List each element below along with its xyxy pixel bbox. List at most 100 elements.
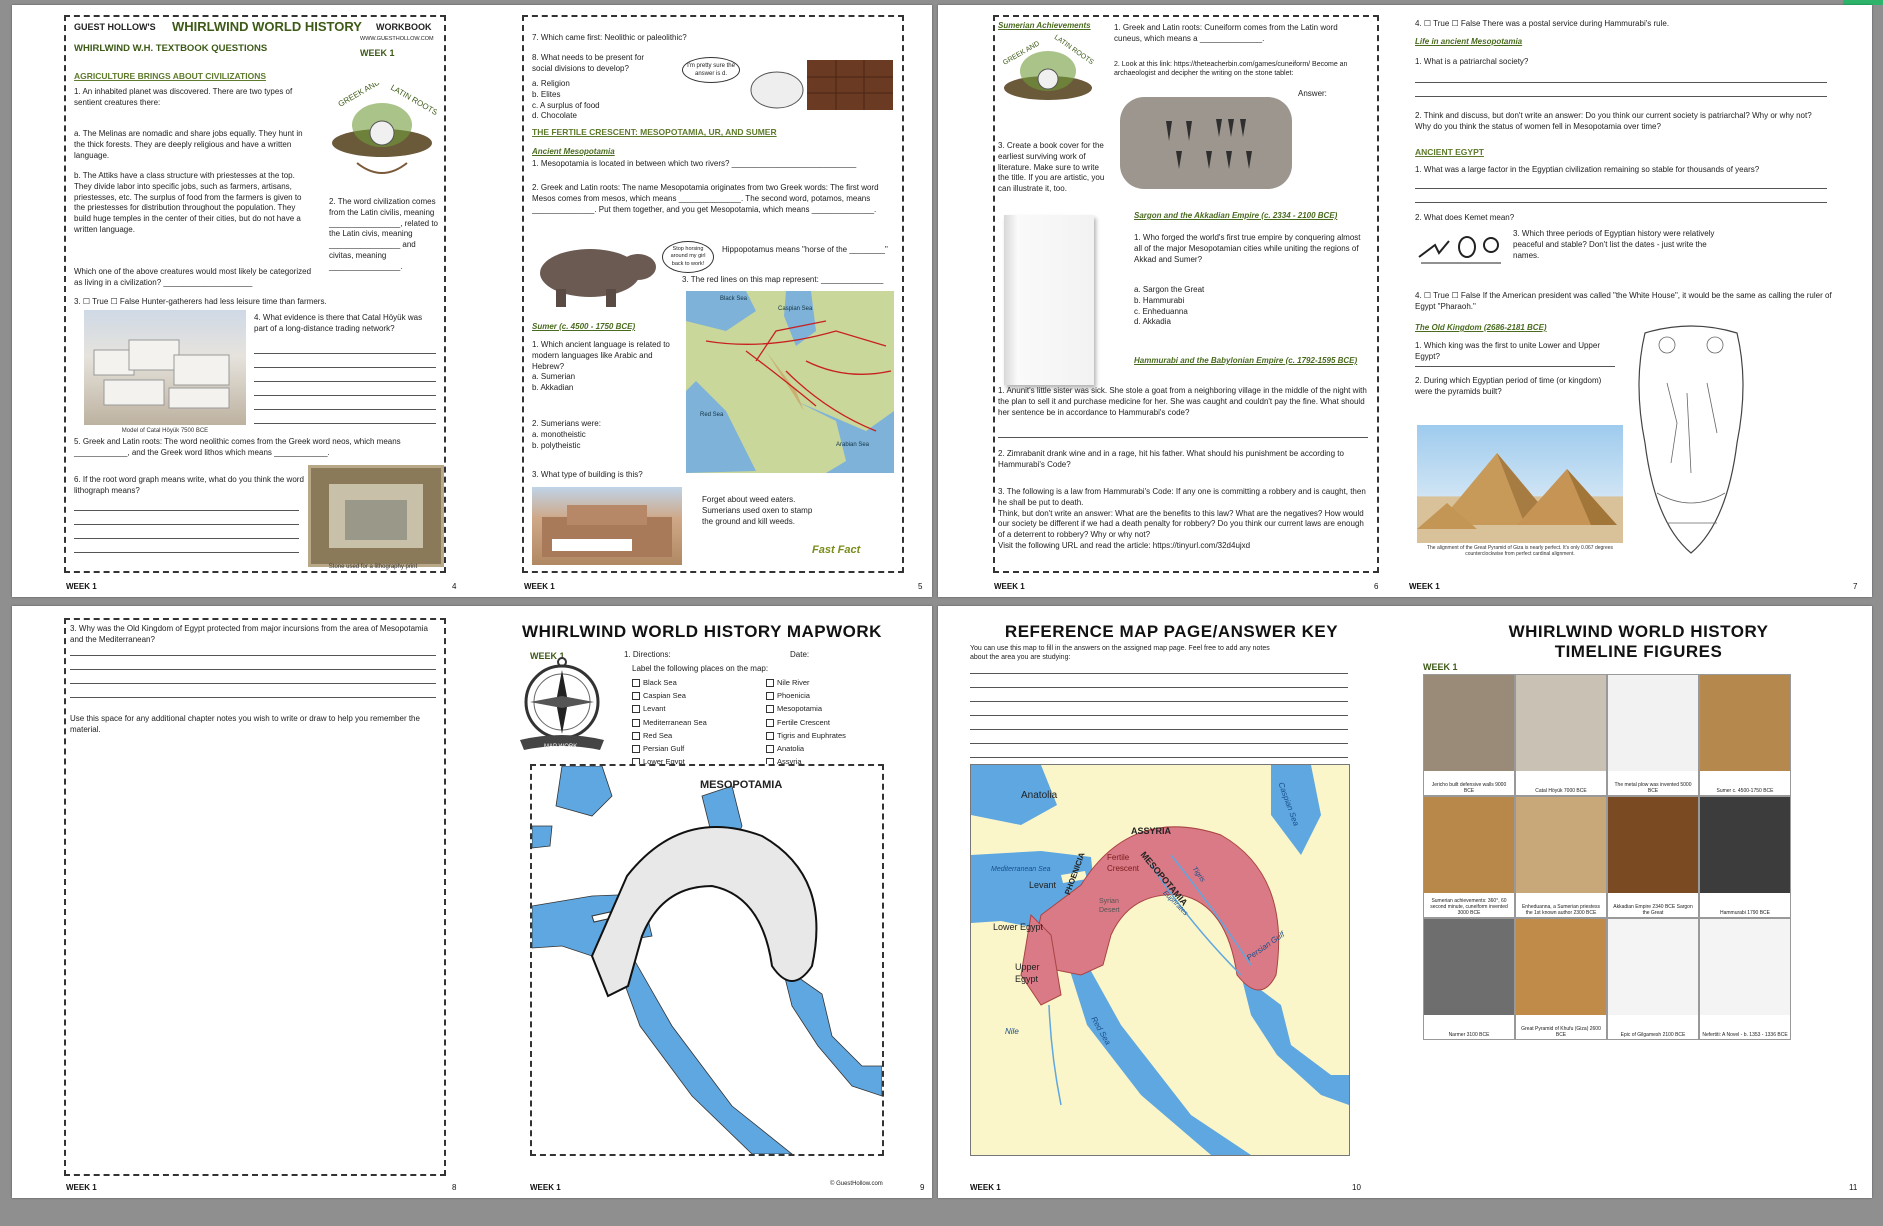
hieroglyph-image — [1415, 231, 1505, 267]
brand-mid: WHIRLWIND WORLD HISTORY — [172, 19, 362, 34]
checkbox[interactable] — [766, 679, 774, 688]
checkbox[interactable] — [632, 692, 640, 701]
checkbox[interactable] — [632, 718, 640, 727]
checkbox-label: Anatolia — [777, 744, 805, 754]
checkbox-label: Mediterranean Sea — [643, 717, 707, 727]
checkbox[interactable] — [632, 679, 640, 688]
timeline-figure-card: Epic of Gilgamesh 2100 BCE — [1607, 918, 1699, 1040]
checkbox[interactable] — [632, 731, 640, 740]
hammurabi-question-4: 4. ☐ True ☐ False There was a postal ser… — [1415, 19, 1670, 28]
compass-rose-icon: MAP WORK — [512, 656, 612, 756]
timeline-grid: Jericho built defensive walls 9000 BCE Ca… — [1423, 674, 1791, 1040]
greek-latin-roots-logo: GREEK AND LATIN ROOTS — [998, 33, 1098, 121]
map-label-caspian-sea: Caspian Sea — [778, 306, 813, 312]
meso-question-1: 1. Mesopotamia is located in between whi… — [532, 159, 857, 168]
label-upper-egypt: Upper Egypt — [1015, 962, 1040, 985]
map-title: MESOPOTAMIA — [700, 779, 783, 791]
page-4: GUEST HOLLOW'S WHIRLWIND WORLD HISTORY W… — [12, 5, 472, 597]
question-8: 8. What needs to be present for social d… — [532, 53, 645, 73]
checkbox[interactable] — [632, 705, 640, 714]
brand-right: WORKBOOK — [376, 22, 432, 32]
footer-week: WEEK 1 — [994, 582, 1025, 591]
life-question-1: 1. What is a patriarchal society? — [1415, 57, 1529, 66]
life-question-2: 2. Think and discuss, but don't write an… — [1415, 111, 1812, 131]
checkbox[interactable] — [766, 705, 774, 714]
page-11: WHIRLWIND WORLD HISTORY TIMELINE FIGURES… — [1405, 606, 1872, 1198]
map-checklist-item[interactable]: Tigris and Euphrates — [766, 729, 846, 742]
map-checklist-item[interactable]: Persian Gulf — [632, 742, 707, 755]
map-checklist-item[interactable]: Anatolia — [766, 742, 846, 755]
answer-lines-l1 — [1415, 69, 1827, 97]
map-checklist-item[interactable]: Black Sea — [632, 676, 707, 689]
page-border — [64, 618, 446, 1176]
checkbox[interactable] — [766, 692, 774, 701]
date-label: Date: — [790, 650, 810, 659]
notes-instructions: Use this space for any additional chapte… — [70, 714, 420, 734]
ziggurat-image — [532, 487, 682, 565]
timeline-figure-card: Nefertiti: A Novel - b. 1353 - 1336 BCE — [1699, 918, 1791, 1040]
fast-fact-text: Forget about weed eaters. Sumerians used… — [702, 495, 813, 526]
map-checklist-item[interactable]: Fertile Crescent — [766, 716, 846, 729]
footer-week: WEEK 1 — [1409, 582, 1440, 591]
map-label-black-sea: Black Sea — [720, 296, 748, 302]
page-number: 11 — [1849, 1183, 1858, 1192]
checkbox[interactable] — [766, 731, 774, 740]
catal-hoyuk-caption: Model of Catal Höyük 7500 BCE — [121, 428, 209, 434]
answer-lines-e1 — [1415, 175, 1827, 203]
timeline-figure-image — [1608, 919, 1698, 1015]
timeline-figure-image — [1700, 919, 1790, 1015]
page-7: 4. ☐ True ☐ False There was a postal ser… — [1405, 5, 1872, 597]
notes-lines — [970, 660, 1348, 758]
map-checklist-item[interactable]: Caspian Sea — [632, 689, 707, 702]
footer-week: WEEK 1 — [970, 1183, 1001, 1192]
dog-speech-bubble: I'm pretty sure the answer is d. — [682, 57, 740, 84]
checkbox-label: Persian Gulf — [643, 744, 685, 754]
checkbox-label: Fertile Crescent — [777, 717, 830, 727]
map-checklist-item[interactable]: Phoenicia — [766, 689, 846, 702]
label-instructions: Label the following places on the map: — [632, 664, 769, 673]
timeline-figure-caption: Jericho built defensive walls 9000 BCE — [1431, 782, 1507, 794]
timeline-figure-caption: Catal Höyük 7000 BCE — [1535, 788, 1587, 794]
map-checklist-item[interactable]: Mediterranean Sea — [632, 716, 707, 729]
achieve-question-2: 2. Look at this link: https://theteacher… — [1114, 61, 1348, 78]
hammurabi-question-1: 1. Anunit's little sister was sick. She … — [998, 386, 1367, 417]
footer-week: WEEK 1 — [524, 582, 555, 591]
answer-lines-o1 — [1415, 353, 1615, 367]
pyramid-caption: The alignment of the Great Pyramid of Gi… — [1426, 545, 1614, 557]
achieve-question-3: 3. Create a book cover for the earliest … — [998, 141, 1105, 194]
subheading-ancient-mesopotamia: Ancient Mesopotamia — [532, 147, 615, 156]
map-checklist-item[interactable]: Mesopotamia — [766, 702, 846, 715]
footer-week: WEEK 1 — [66, 582, 97, 591]
timeline-figure-image — [1516, 797, 1606, 893]
page-number: 7 — [1853, 582, 1858, 591]
hippo-question: Hippopotamus means "horse of the _______… — [722, 245, 888, 254]
subheading-hammurabi: Hammurabi and the Babylonian Empire (c. … — [1134, 356, 1358, 365]
timeline-figure-caption: Narmer 3100 BCE — [1448, 1032, 1490, 1038]
map-checklist-item[interactable]: Nile River — [766, 676, 846, 689]
timeline-figure-image — [1700, 797, 1790, 893]
question-1: 1. An inhabited planet was discovered. T… — [74, 87, 293, 107]
question-6: 6. If the root word graph means write, w… — [74, 475, 304, 495]
timeline-figure-card: Great Pyramid of Khufu (Giza) 2600 BCE — [1515, 918, 1607, 1040]
checkbox[interactable] — [632, 745, 640, 754]
timeline-figure-image — [1608, 797, 1698, 893]
subtitle: WHIRLWIND W.H. TEXTBOOK QUESTIONS — [74, 43, 268, 54]
timeline-figure-caption: Enheduanna, a Sumerian priestess the 1st… — [1521, 904, 1601, 916]
map-checklist-item[interactable]: Red Sea — [632, 729, 707, 742]
timeline-figure-caption: Nefertiti: A Novel - b. 1353 - 1336 BCE — [1702, 1032, 1788, 1038]
timeline-figure-caption: Great Pyramid of Khufu (Giza) 2600 BCE — [1521, 1026, 1601, 1038]
checklist-col-2: Nile River Phoenicia Mesopotamia Fertile Cr… — [766, 676, 846, 768]
checkbox[interactable] — [766, 745, 774, 754]
answer-lines-h1 — [998, 424, 1368, 438]
week-label: WEEK 1 — [1423, 662, 1458, 672]
checkbox-label: Levant — [643, 704, 666, 714]
checkbox[interactable] — [766, 718, 774, 727]
question-3: 3. ☐ True ☐ False Hunter-gatherers had l… — [74, 297, 327, 306]
reference-map: Anatolia ASSYRIA Mediterranean Sea Levan… — [970, 764, 1350, 1156]
timeline-figure-caption: The metal plow was invented 5000 BCE — [1614, 782, 1692, 794]
map-checklist-item[interactable]: Levant — [632, 702, 707, 715]
sumer-question-3: 3. What type of building is this? — [532, 470, 643, 479]
spread-pages-8-9: 3. Why was the Old Kingdom of Egypt prot… — [12, 606, 932, 1198]
subheading-sargon: Sargon and the Akkadian Empire (c. 2334 … — [1134, 211, 1338, 220]
timeline-figure-card: Hammurabi 1790 BCE — [1699, 796, 1791, 918]
